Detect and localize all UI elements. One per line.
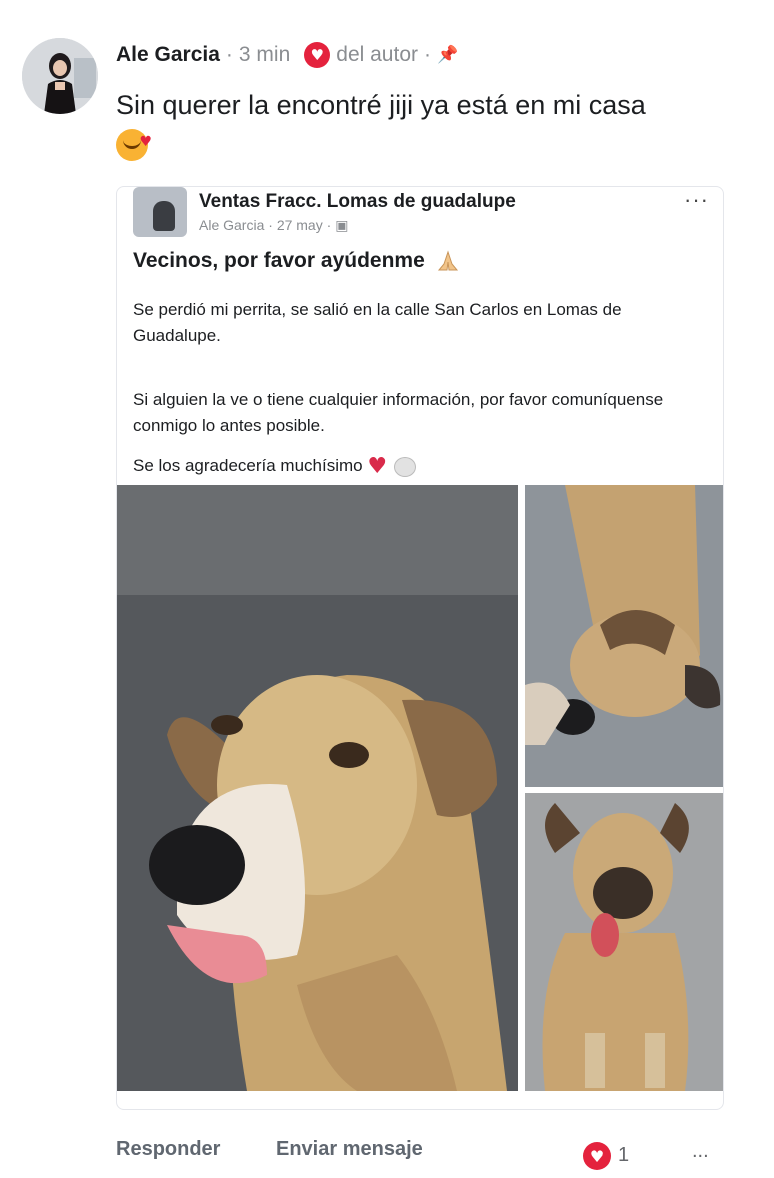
post-paragraph-3: Se los agradecería muchísimo [133,456,363,475]
group-avatar[interactable] [133,187,187,237]
reaction-count[interactable]: 1 [618,1144,629,1167]
post-paragraph-3-line: Se los agradecería muchísimo [133,453,693,480]
comment-time[interactable]: 3 min [239,43,290,67]
commenter-avatar[interactable] [22,38,98,114]
dog-photo-lying[interactable] [525,485,723,787]
dog-photo-sitting[interactable] [525,793,723,1091]
meta-separator: · [225,43,233,66]
reply-button[interactable]: Responder [116,1138,220,1161]
meta-separator: · [326,217,336,233]
calendar-icon: ▣ [335,217,349,233]
smiling-hearts-emoji-icon [116,123,152,161]
shared-post-card[interactable]: Ventas Fracc. Lomas de guadalupe Ale Gar… [116,186,724,1110]
broken-heart-icon [367,454,387,480]
dog-face-icon [394,456,417,477]
post-title-line: Vecinos, por favor ayúdenme [133,249,461,273]
more-actions-icon[interactable]: ... [692,1140,709,1163]
group-name[interactable]: Ventas Fracc. Lomas de guadalupe [199,191,516,213]
pin-icon: 📌 [437,45,459,65]
post-author[interactable]: Ale Garcia [199,217,264,233]
comment-text-block: Sin querer la encontré jiji ya está en m… [116,86,736,162]
post-paragraph-1: Se perdió mi perrita, se salió en la cal… [133,300,622,345]
post-meta: Ale Garcia · 27 may · ▣ [199,217,348,234]
comment-header: Ale Garcia · 3 min del autor · 📌 [116,42,458,68]
dog-photo-main[interactable] [117,485,518,1091]
comment-author[interactable]: Ale Garcia [116,43,220,67]
send-message-button[interactable]: Enviar mensaje [276,1138,423,1161]
meta-separator: · [424,43,431,66]
post-title: Vecinos, por favor ayúdenme [133,249,425,272]
comment-text: Sin querer la encontré jiji ya está en m… [116,90,646,120]
post-paragraph-2: Si alguien la ve o tiene cualquier infor… [133,390,664,435]
author-reaction-label: del autor [336,43,418,66]
meta-separator: · [268,217,277,233]
more-options-icon[interactable]: ··· [684,187,709,213]
love-reaction-icon[interactable] [583,1142,611,1170]
post-date[interactable]: 27 may [277,217,323,233]
heart-icon [304,42,331,68]
praying-hands-icon [437,250,458,271]
